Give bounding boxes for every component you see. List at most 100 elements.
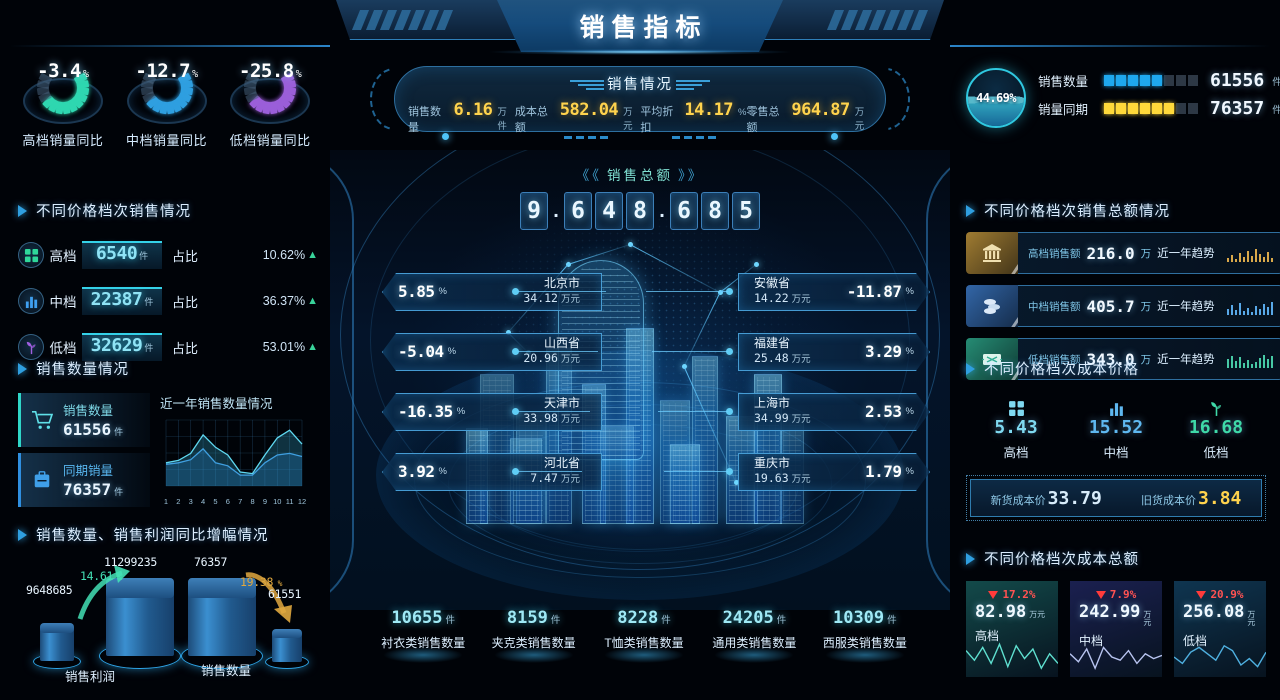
city-tag-info: 福建省 25.48 万元 — [754, 337, 811, 366]
tier-ratio-value: 53.01% ▲ — [262, 340, 318, 354]
city-tag-right-0[interactable]: 安徽省 14.22 万元 -11.87 % — [738, 273, 930, 311]
cost-item-2[interactable]: 16.68 低档 — [1174, 395, 1258, 461]
leader-line — [646, 291, 728, 292]
tier-row[interactable]: 高档 6540 件 占比 10.62% ▲ — [18, 239, 318, 271]
category-4[interactable]: 10309 件 西服类销售数量 — [810, 604, 920, 663]
growth-heading: 销售数量、销售利润同比增幅情况 — [18, 524, 328, 545]
category-value: 8228 件 — [617, 608, 671, 628]
capsule-dots-left — [564, 136, 608, 139]
city-tag-left-2[interactable]: -16.35 % 天津市 33.98 万元 — [382, 393, 602, 431]
cost-strip-key: 旧货成本价 — [1141, 494, 1197, 507]
amount-row-1[interactable]: 中档销售额 405.7 万 近一年趋势 — [966, 285, 1280, 327]
right-cost-total-panel: 不同价格档次成本总额 17.2% 82.98 万元 高档 7.9% 242.99… — [966, 548, 1266, 677]
capsule-node-right — [831, 133, 838, 140]
tier-ratio: 占比 53.01% ▲ — [172, 338, 318, 357]
right-gauge-row-1: 销量同期 76357 件 — [1038, 98, 1280, 119]
leader-line — [518, 411, 590, 412]
header-stripes-left — [351, 10, 454, 30]
tier-value-box: 6540 件 — [82, 241, 162, 269]
bar-chart-icon — [1074, 395, 1158, 417]
tier-name: 高档 — [49, 249, 77, 264]
cost-total-sparkline — [966, 642, 1058, 670]
pill-cap — [40, 623, 74, 634]
svg-text:9: 9 — [263, 497, 267, 506]
gauge-block — [1116, 103, 1126, 114]
city-tag-right-1[interactable]: 福建省 25.48 万元 3.29 % — [738, 333, 930, 371]
city-tag-percent: -16.35 — [398, 402, 453, 422]
digit-cell: 4 — [595, 192, 623, 230]
liquid-gauge: 44.69% — [966, 68, 1026, 128]
tier-row[interactable]: 中档 22387 件 占比 36.37% ▲ — [18, 285, 318, 317]
gauge-label: 高档销量同比 — [22, 133, 104, 148]
cost-strip-key: 新货成本价 — [990, 494, 1046, 507]
capsule-stat-key: 平均折扣 — [640, 106, 674, 134]
category-0[interactable]: 10655 件 衬衣类销售数量 — [368, 604, 478, 663]
city-tag-right-2[interactable]: 上海市 34.99 万元 2.53 % — [738, 393, 930, 431]
triangle-icon — [966, 204, 975, 217]
growth-to-value: 11299235 — [104, 555, 157, 569]
growth-chart: 9648685 11299235 14.61 % 销售利润 76357 6155… — [18, 553, 328, 684]
city-tag-percent: 5.85 — [398, 282, 435, 302]
city-name: 重庆市 — [754, 456, 791, 471]
amount-row-0[interactable]: 高档销售额 216.0 万 近一年趋势 — [966, 232, 1280, 274]
gauge-block — [1104, 103, 1114, 114]
cost-total-card-2[interactable]: 20.9% 256.08 万元 低档 — [1174, 581, 1266, 677]
growth-pill-small-1 — [33, 619, 81, 669]
city-tag-percent: 3.92 — [398, 462, 435, 482]
tier-ratio-label: 占比 — [172, 248, 199, 264]
tier-ratio-value: 10.62% ▲ — [262, 248, 318, 262]
gauge-2[interactable]: -25.8% 低档销量同比 — [221, 60, 319, 149]
cost-item-1[interactable]: 15.52 中档 — [1074, 395, 1158, 461]
category-2[interactable]: 8228 件 T恤类销售数量 — [589, 604, 699, 663]
category-glow — [714, 647, 795, 663]
qty-card-list: 销售数量 61556 件 同期销量 76357 件 — [18, 393, 150, 513]
section-title: 销售数量情况 — [36, 362, 129, 378]
leader-line — [518, 471, 582, 472]
gauge-value: -12.7% — [135, 60, 198, 82]
amount-key: 中档销售额 — [1028, 300, 1081, 313]
city-tag-right-3[interactable]: 重庆市 19.63 万元 1.79 % — [738, 453, 930, 491]
city-tag-left-0[interactable]: 5.85 % 北京市 34.12 万元 — [382, 273, 602, 311]
qty-card-title: 销售数量 — [63, 404, 114, 418]
city-name: 上海市 — [754, 396, 791, 411]
gauge-value: -25.8% — [239, 60, 302, 82]
cost-total-value: 242.99 — [1079, 602, 1141, 622]
category-1[interactable]: 8159 件 夹克类销售数量 — [478, 604, 588, 663]
city-tag-percent-unit: % — [905, 466, 914, 478]
cost-label: 高档 — [1003, 446, 1029, 460]
change-indicator: 17.2% — [975, 588, 1049, 601]
growth-change: 19.38 % — [240, 575, 283, 589]
growth-panel: 销售数量、销售利润同比增幅情况 9648685 11299235 14.61 %… — [18, 524, 328, 684]
capsule-stat-3: 零售总额 964.87 万元 — [747, 100, 872, 135]
arrow-up-icon: ▲ — [307, 295, 318, 307]
city-amount: 7.47 万元 — [530, 470, 580, 485]
gauge-0[interactable]: -3.4% 高档销量同比 — [14, 60, 112, 149]
cost-total-card-1[interactable]: 7.9% 242.99 万元 中档 — [1070, 581, 1162, 677]
cost-total-sparkline — [1070, 646, 1162, 671]
right-cost-total-heading: 不同价格档次成本总额 — [966, 548, 1266, 569]
gauge-base — [126, 78, 207, 124]
cost-total-card-0[interactable]: 17.2% 82.98 万元 高档 — [966, 581, 1058, 677]
cost-total-value: 82.98 — [975, 602, 1027, 622]
city-tag-left-3[interactable]: 3.92 % 河北省 7.47 万元 — [382, 453, 602, 491]
arrow-up-icon: ▲ — [307, 249, 318, 261]
capsule-stat-2: 平均折扣 14.17 % — [640, 100, 746, 135]
gauge-1[interactable]: -12.7% 中档销量同比 — [118, 60, 216, 149]
right-gauge-label: 销量同期 — [1038, 103, 1089, 117]
arrow-down-icon — [1095, 590, 1106, 599]
capsule-deco-left — [570, 80, 604, 90]
category-3[interactable]: 24205 件 通用类销售数量 — [699, 604, 809, 663]
page-title: 销售指标 — [579, 14, 708, 42]
qty-card-sales[interactable]: 销售数量 61556 件 — [18, 393, 150, 447]
chart-title: 近一年销售数量情况 — [160, 397, 273, 411]
city-tag-percent-unit: % — [447, 346, 457, 358]
capsule-stat-key: 零售总额 — [746, 106, 780, 134]
cost-value: 16.68 — [1188, 417, 1244, 438]
capsule-stat-unit: % — [738, 107, 747, 118]
tier-name: 中档 — [49, 295, 77, 310]
city-tag-left-1[interactable]: -5.04 % 山西省 20.96 万元 — [382, 333, 602, 371]
header-edge-right — [950, 45, 1270, 47]
cost-item-0[interactable]: 5.43 高档 — [974, 395, 1058, 461]
qty-card-same-period[interactable]: 同期销量 76357 件 — [18, 453, 150, 507]
svg-text:6: 6 — [226, 497, 230, 506]
